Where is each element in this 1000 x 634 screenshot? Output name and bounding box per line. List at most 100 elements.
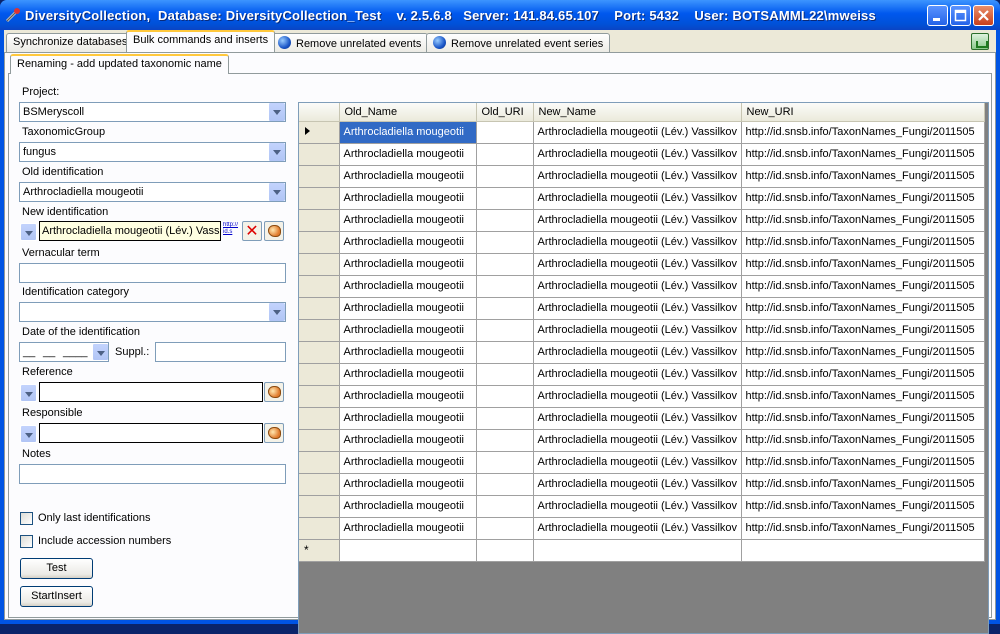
cell-new-name[interactable]: Arthrocladiella mougeotii (Lév.) Vassilk…	[533, 429, 742, 452]
cell-new-name[interactable]: Arthrocladiella mougeotii (Lév.) Vassilk…	[533, 253, 742, 276]
remove-link-button[interactable]: ✕	[242, 221, 262, 241]
cell-old-uri[interactable]	[476, 231, 534, 254]
reference-dropdown[interactable]	[20, 384, 37, 402]
row-header[interactable]	[299, 231, 340, 254]
cell-old-uri[interactable]	[476, 253, 534, 276]
cell-new-uri[interactable]: http://id.snsb.info/TaxonNames_Fungi/201…	[741, 363, 985, 386]
cell-new-name[interactable]: Arthrocladiella mougeotii (Lév.) Vassilk…	[533, 451, 742, 474]
table-row[interactable]: Arthrocladiella mougeotii Arthrocladiella…	[299, 341, 985, 364]
close-button[interactable]	[973, 5, 994, 26]
cell-old-uri[interactable]	[476, 165, 534, 188]
cell-new-name[interactable]: Arthrocladiella mougeotii (Lév.) Vassilk…	[533, 319, 742, 342]
cell-old-name[interactable]: Arthrocladiella mougeotii	[339, 209, 477, 232]
cell-new-uri[interactable]: http://id.snsb.info/TaxonNames_Fungi/201…	[741, 275, 985, 298]
cell-new-uri[interactable]: http://id.snsb.info/TaxonNames_Fungi/201…	[741, 473, 985, 496]
table-row[interactable]: Arthrocladiella mougeotii Arthrocladiella…	[299, 165, 985, 188]
start-insert-button[interactable]: StartInsert	[20, 586, 93, 607]
cell-old-uri[interactable]	[476, 517, 534, 540]
column-header-old-name[interactable]: Old_Name	[339, 103, 477, 122]
cell-new-uri[interactable]: http://id.snsb.info/TaxonNames_Fungi/201…	[741, 121, 985, 144]
tab-remove-unrelated-event-series[interactable]: Remove unrelated event series	[426, 33, 611, 52]
cell-old-name[interactable]: Arthrocladiella mougeotii	[339, 341, 477, 364]
row-header[interactable]	[299, 407, 340, 430]
new-row-cell[interactable]	[476, 539, 534, 562]
cell-new-uri[interactable]: http://id.snsb.info/TaxonNames_Fungi/201…	[741, 297, 985, 320]
cell-new-uri[interactable]: http://id.snsb.info/TaxonNames_Fungi/201…	[741, 385, 985, 408]
cell-old-name[interactable]: Arthrocladiella mougeotii	[339, 517, 477, 540]
table-row[interactable]: Arthrocladiella mougeotii Arthrocladiella…	[299, 187, 985, 210]
calendar-dropdown-icon[interactable]	[92, 343, 108, 361]
column-header-old-uri[interactable]: Old_URI	[476, 103, 534, 122]
open-taxon-button[interactable]	[264, 221, 284, 241]
cell-old-name[interactable]: Arthrocladiella mougeotii	[339, 231, 477, 254]
new-row[interactable]: *	[299, 539, 985, 562]
cell-old-uri[interactable]	[476, 275, 534, 298]
table-row[interactable]: Arthrocladiella mougeotii Arthrocladiella…	[299, 319, 985, 342]
cell-new-name[interactable]: Arthrocladiella mougeotii (Lév.) Vassilk…	[533, 385, 742, 408]
chevron-down-icon[interactable]	[268, 303, 285, 321]
new-row-cell[interactable]	[339, 539, 477, 562]
tab-renaming[interactable]: Renaming - add updated taxonomic name	[10, 54, 229, 74]
row-header[interactable]	[299, 165, 340, 188]
cell-old-uri[interactable]	[476, 429, 534, 452]
responsible-open-button[interactable]	[264, 423, 284, 443]
row-header[interactable]	[299, 319, 340, 342]
row-header[interactable]	[299, 385, 340, 408]
cell-old-name[interactable]: Arthrocladiella mougeotii	[339, 407, 477, 430]
cell-old-name[interactable]: Arthrocladiella mougeotii	[339, 143, 477, 166]
row-header[interactable]	[299, 429, 340, 452]
new-row-cell[interactable]	[741, 539, 985, 562]
cell-old-uri[interactable]	[476, 209, 534, 232]
cell-new-name[interactable]: Arthrocladiella mougeotii (Lév.) Vassilk…	[533, 121, 742, 144]
title-bar[interactable]: DiversityCollection, Database: Diversity…	[0, 0, 1000, 30]
minimize-button[interactable]	[927, 5, 948, 26]
cell-new-uri[interactable]: http://id.snsb.info/TaxonNames_Fungi/201…	[741, 253, 985, 276]
cell-old-uri[interactable]	[476, 385, 534, 408]
cell-old-uri[interactable]	[476, 121, 534, 144]
cell-new-name[interactable]: Arthrocladiella mougeotii (Lév.) Vassilk…	[533, 165, 742, 188]
table-row[interactable]: Arthrocladiella mougeotii Arthrocladiella…	[299, 407, 985, 430]
row-header[interactable]	[299, 363, 340, 386]
table-row[interactable]: Arthrocladiella mougeotii Arthrocladiella…	[299, 121, 985, 144]
cell-old-name[interactable]: Arthrocladiella mougeotii	[339, 495, 477, 518]
row-header[interactable]	[299, 209, 340, 232]
table-row[interactable]: Arthrocladiella mougeotii Arthrocladiella…	[299, 385, 985, 408]
export-icon[interactable]	[971, 33, 989, 50]
cell-new-name[interactable]: Arthrocladiella mougeotii (Lév.) Vassilk…	[533, 495, 742, 518]
cell-old-name[interactable]: Arthrocladiella mougeotii	[339, 473, 477, 496]
cell-old-uri[interactable]	[476, 319, 534, 342]
cell-new-uri[interactable]: http://id.snsb.info/TaxonNames_Fungi/201…	[741, 341, 985, 364]
cell-new-uri[interactable]: http://id.snsb.info/TaxonNames_Fungi/201…	[741, 429, 985, 452]
cell-old-uri[interactable]	[476, 363, 534, 386]
cell-old-name[interactable]: Arthrocladiella mougeotii	[339, 121, 477, 144]
cell-old-uri[interactable]	[476, 495, 534, 518]
row-header[interactable]	[299, 253, 340, 276]
cell-old-name[interactable]: Arthrocladiella mougeotii	[339, 363, 477, 386]
cell-new-name[interactable]: Arthrocladiella mougeotii (Lév.) Vassilk…	[533, 363, 742, 386]
column-header-new-uri[interactable]: New_URI	[741, 103, 985, 122]
row-header[interactable]	[299, 121, 340, 144]
row-header[interactable]	[299, 297, 340, 320]
table-row[interactable]: Arthrocladiella mougeotii Arthrocladiella…	[299, 429, 985, 452]
cell-new-uri[interactable]: http://id.snsb.info/TaxonNames_Fungi/201…	[741, 231, 985, 254]
reference-open-button[interactable]	[264, 382, 284, 402]
cell-new-name[interactable]: Arthrocladiella mougeotii (Lév.) Vassilk…	[533, 297, 742, 320]
cell-old-name[interactable]: Arthrocladiella mougeotii	[339, 297, 477, 320]
cell-old-name[interactable]: Arthrocladiella mougeotii	[339, 451, 477, 474]
results-grid[interactable]: Old_Name Old_URI New_Name New_URI Arthro…	[298, 102, 989, 634]
cell-old-uri[interactable]	[476, 143, 534, 166]
new-identification-dropdown[interactable]	[20, 223, 37, 241]
table-row[interactable]: Arthrocladiella mougeotii Arthrocladiella…	[299, 231, 985, 254]
only-last-checkbox[interactable]	[20, 512, 33, 525]
table-row[interactable]: Arthrocladiella mougeotii Arthrocladiella…	[299, 517, 985, 540]
table-row[interactable]: Arthrocladiella mougeotii Arthrocladiella…	[299, 473, 985, 496]
cell-new-name[interactable]: Arthrocladiella mougeotii (Lév.) Vassilk…	[533, 143, 742, 166]
cell-old-uri[interactable]	[476, 407, 534, 430]
project-select[interactable]: BSMeryscoll	[19, 102, 286, 122]
test-button[interactable]: Test	[20, 558, 93, 579]
cell-new-uri[interactable]: http://id.snsb.info/TaxonNames_Fungi/201…	[741, 451, 985, 474]
column-header-new-name[interactable]: New_Name	[533, 103, 742, 122]
row-header[interactable]	[299, 275, 340, 298]
cell-old-uri[interactable]	[476, 451, 534, 474]
new-row-cell[interactable]	[533, 539, 742, 562]
